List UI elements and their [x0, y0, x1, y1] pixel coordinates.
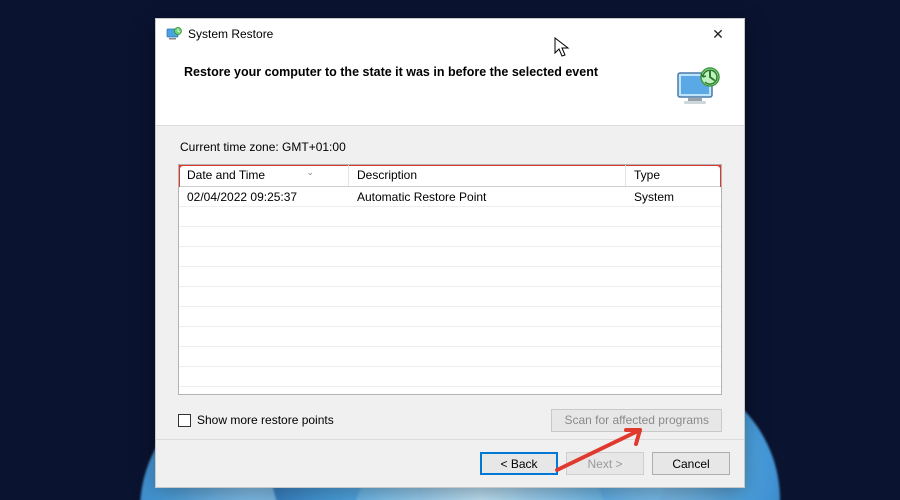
next-button[interactable]: Next >	[566, 452, 644, 475]
wizard-heading: Restore your computer to the state it wa…	[184, 65, 674, 79]
sort-desc-icon: ⌄	[306, 167, 314, 178]
table-body: 02/04/2022 09:25:37 Automatic Restore Po…	[179, 187, 721, 394]
back-button[interactable]: < Back	[480, 452, 558, 475]
restore-monitor-icon	[674, 65, 722, 107]
system-restore-window: System Restore ✕ Restore your computer t…	[155, 18, 745, 488]
titlebar: System Restore ✕	[156, 19, 744, 49]
wizard-header: Restore your computer to the state it wa…	[156, 49, 744, 126]
table-row[interactable]: 02/04/2022 09:25:37 Automatic Restore Po…	[179, 187, 721, 207]
column-header-description[interactable]: Description	[349, 165, 626, 186]
desktop-background: System Restore ✕ Restore your computer t…	[0, 0, 900, 500]
column-header-datetime[interactable]: Date and Time ⌄	[179, 165, 349, 186]
table-header: Date and Time ⌄ Description Type	[179, 165, 721, 187]
cell-type: System	[626, 187, 721, 207]
cancel-button[interactable]: Cancel	[652, 452, 730, 475]
column-header-type[interactable]: Type	[626, 165, 721, 186]
wizard-content: Current time zone: GMT+01:00 Date and Ti…	[156, 126, 744, 439]
checkbox-box	[178, 414, 191, 427]
column-header-label: Date and Time	[187, 168, 265, 182]
wizard-footer: < Back Next > Cancel	[156, 439, 744, 487]
close-icon: ✕	[712, 26, 724, 43]
close-button[interactable]: ✕	[696, 20, 740, 48]
system-restore-icon	[166, 26, 182, 42]
cell-datetime: 02/04/2022 09:25:37	[179, 187, 349, 207]
cell-description: Automatic Restore Point	[349, 187, 626, 207]
show-more-checkbox[interactable]: Show more restore points	[178, 413, 334, 427]
scan-affected-button: Scan for affected programs	[551, 409, 722, 432]
window-title: System Restore	[188, 27, 273, 41]
timezone-label: Current time zone: GMT+01:00	[180, 140, 722, 154]
table-footer-row: Show more restore points Scan for affect…	[178, 407, 722, 433]
show-more-label: Show more restore points	[197, 413, 334, 427]
restore-points-table[interactable]: Date and Time ⌄ Description Type 02/04/2…	[178, 164, 722, 395]
